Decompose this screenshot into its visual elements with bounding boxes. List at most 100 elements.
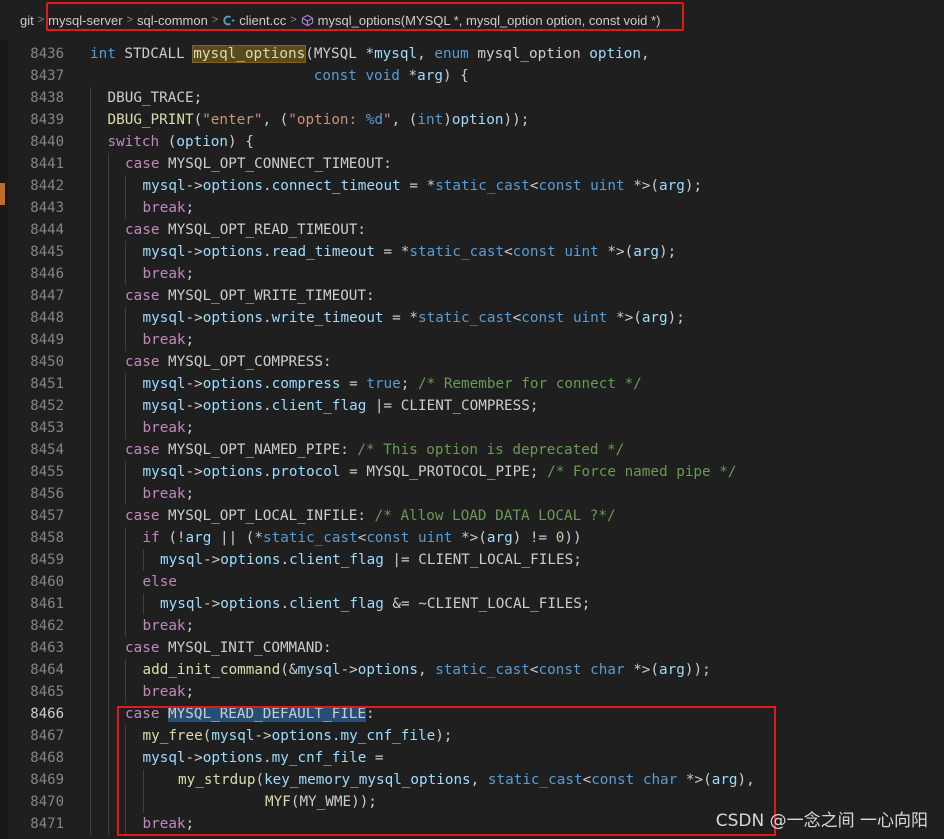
code-token: = * [374, 244, 410, 260]
code-line[interactable]: 8468 mysql->options.my_cnf_file = [0, 747, 944, 769]
code-line[interactable]: 8441 case MYSQL_OPT_CONNECT_TIMEOUT: [0, 153, 944, 175]
indent-guide [90, 615, 91, 637]
code-token: "enter" [202, 112, 263, 128]
code-line[interactable]: 8440 switch (option) { [0, 131, 944, 153]
code-token: MYSQL [313, 46, 357, 62]
indent-guide [90, 329, 91, 351]
code-line[interactable]: 8456 break; [0, 483, 944, 505]
code-token: mysql [142, 310, 186, 326]
indent-guide [125, 395, 126, 417]
breadcrumb-item-label: sql-common [137, 12, 208, 28]
code-line[interactable]: 8448 mysql->options.write_timeout = *stat… [0, 307, 944, 329]
breadcrumb-item[interactable]: mysql_options(MYSQL *, mysql_option opti… [301, 13, 660, 28]
indent-guide [107, 241, 109, 263]
indent-guide [90, 681, 91, 703]
code-line[interactable]: 8445 mysql->options.read_timeout = *stati… [0, 241, 944, 263]
code-line[interactable]: 8444 case MYSQL_OPT_READ_TIMEOUT: [0, 219, 944, 241]
code-token: < [529, 178, 539, 194]
code-line[interactable]: 8437 const void *arg) { [0, 65, 944, 87]
code-token: break [142, 200, 186, 216]
code-line[interactable]: 8458 if (!arg || (*static_cast<const uint… [0, 527, 944, 549]
line-number: 8442 [30, 178, 64, 194]
line-number: 8448 [30, 310, 64, 326]
code-token: . [263, 244, 272, 260]
code-token: static_cast [487, 772, 583, 788]
code-token: mysql [211, 728, 255, 744]
code-line[interactable]: 8436 int STDCALL mysql_options(MYSQL *mys… [0, 43, 944, 65]
code-token: my_free [142, 728, 203, 744]
indent-guide [107, 373, 109, 395]
code-token: : [366, 706, 375, 722]
code-token: const [366, 530, 410, 546]
indent-guide [90, 703, 91, 725]
line-number: 8444 [30, 222, 64, 238]
indent-guide [125, 527, 126, 549]
code-token: case [125, 508, 160, 524]
code-token: arg [711, 772, 738, 788]
code-token: options [220, 596, 281, 612]
code-line[interactable]: 8467 my_free(mysql->options.my_cnf_file); [0, 725, 944, 747]
indent-guide [90, 549, 91, 571]
code-text: break; [143, 329, 195, 351]
indent-guide [142, 791, 144, 813]
line-number: 8469 [30, 772, 64, 788]
code-line[interactable]: 8446 break; [0, 263, 944, 285]
code-token: (& [280, 662, 298, 678]
breadcrumb-item[interactable]: client.cc [222, 13, 286, 28]
breadcrumb-item[interactable]: git [20, 13, 34, 28]
line-number: 8440 [30, 134, 64, 150]
code-token: -> [185, 244, 203, 260]
code-text: mysql->options.client_flag |= CLIENT_LOC… [160, 549, 582, 571]
code-line[interactable]: 8462 break; [0, 615, 944, 637]
code-token: mysql [142, 398, 186, 414]
code-line[interactable]: 8461 mysql->options.client_flag &= ~CLIEN… [0, 593, 944, 615]
code-line[interactable]: 8450 case MYSQL_OPT_COMPRESS: [0, 351, 944, 373]
code-line[interactable]: 8439 DBUG_PRINT("enter", ("option: %d", (… [0, 109, 944, 131]
indent-guide [90, 175, 91, 197]
code-line[interactable]: 8464 add_init_command(&mysql->options, st… [0, 659, 944, 681]
breadcrumb-item[interactable]: sql-common [137, 13, 208, 28]
code-line[interactable]: 8442 mysql->options.connect_timeout = *st… [0, 175, 944, 197]
code-line[interactable]: 8443 break; [0, 197, 944, 219]
code-line[interactable]: 8449 break; [0, 329, 944, 351]
code-token: options [202, 310, 264, 326]
code-token: void [365, 68, 400, 84]
line-number: 8443 [30, 200, 64, 216]
code-token: break [142, 486, 186, 502]
code-token: mysql_options [192, 45, 307, 63]
code-line[interactable]: 8466 case MYSQL_READ_DEFAULT_FILE: [0, 703, 944, 725]
line-number: 8450 [30, 354, 64, 370]
code-line[interactable]: 8465 break; [0, 681, 944, 703]
code-line[interactable]: 8460 else [0, 571, 944, 593]
code-token: compress [271, 376, 341, 392]
code-line[interactable]: 8447 case MYSQL_OPT_WRITE_TIMEOUT: [0, 285, 944, 307]
code-line[interactable]: 8459 mysql->options.client_flag |= CLIENT… [0, 549, 944, 571]
code-line[interactable]: 8457 case MYSQL_OPT_LOCAL_INFILE: /* Allo… [0, 505, 944, 527]
indent-guide [107, 417, 109, 439]
code-line[interactable]: 8451 mysql->options.compress = true; /* R… [0, 373, 944, 395]
code-line[interactable]: 8453 break; [0, 417, 944, 439]
code-line[interactable]: 8455 mysql->options.protocol = MYSQL_PROT… [0, 461, 944, 483]
code-token: , [470, 772, 488, 788]
code-editor[interactable]: 84358436int STDCALL mysql_options(MYSQL … [0, 32, 944, 839]
code-token: ( [193, 112, 203, 128]
code-token: client_flag [271, 398, 367, 414]
code-token: mysql [142, 464, 186, 480]
code-token: ; [185, 332, 195, 348]
breadcrumb-item[interactable]: mysql-server [48, 13, 122, 28]
code-line[interactable]: 8469 my_strdup(key_memory_mysql_options, … [0, 769, 944, 791]
code-line[interactable]: 8452 mysql->options.client_flag |= CLIENT… [0, 395, 944, 417]
code-line[interactable]: 8463 case MYSQL_INIT_COMMAND: [0, 637, 944, 659]
code-token: options [271, 728, 332, 744]
code-line[interactable]: 8454 case MYSQL_OPT_NAMED_PIPE: /* This o… [0, 439, 944, 461]
code-text: if (!arg || (*static_cast<const uint *>(… [143, 527, 582, 549]
code-text: add_init_command(&mysql->options, static… [143, 659, 711, 681]
code-token: break [142, 618, 186, 634]
indent-guide [107, 439, 109, 461]
code-token: )) [564, 530, 582, 546]
indent-guide [125, 175, 126, 197]
code-text: case MYSQL_INIT_COMMAND: [125, 637, 332, 659]
code-line[interactable]: 8438 DBUG_TRACE; [0, 87, 944, 109]
indent-guide [107, 307, 109, 329]
indent-guide [107, 483, 109, 505]
